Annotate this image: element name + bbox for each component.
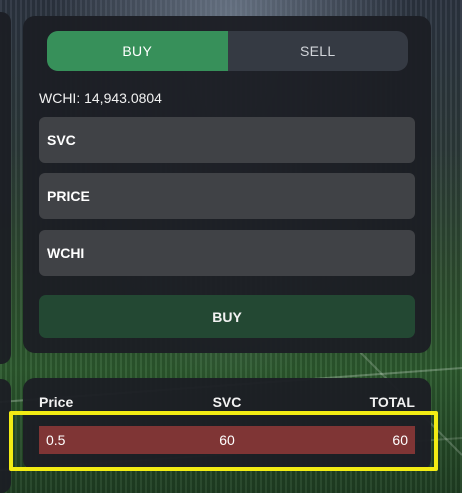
price-input[interactable]	[39, 173, 415, 219]
order-total: 60	[392, 432, 408, 448]
sell-tab[interactable]: SELL	[228, 31, 409, 71]
buy-sell-toggle: BUY SELL	[47, 31, 408, 71]
order-book-row[interactable]: 0.5 60 60	[39, 426, 415, 454]
wchi-field[interactable]	[39, 230, 415, 276]
left-side-panel	[0, 12, 11, 364]
column-header-total: TOTAL	[369, 394, 415, 410]
wchi-input[interactable]	[39, 230, 415, 276]
buy-tab[interactable]: BUY	[47, 31, 228, 71]
column-header-svc: SVC	[212, 394, 242, 410]
order-book-header: Price SVC TOTAL	[39, 394, 415, 410]
wchi-balance: WCHI: 14,943.0804	[39, 90, 162, 106]
order-svc: 60	[219, 432, 235, 448]
svc-field[interactable]	[39, 117, 415, 163]
left-side-panel-lower	[0, 379, 11, 493]
buy-submit-button[interactable]: BUY	[39, 295, 415, 338]
trade-panel: BUY SELL WCHI: 14,943.0804 BUY	[23, 16, 431, 353]
svc-input[interactable]	[39, 117, 415, 163]
column-header-price: Price	[39, 394, 74, 410]
order-price: 0.5	[46, 432, 66, 448]
order-book-panel: Price SVC TOTAL 0.5 60 60	[23, 378, 431, 471]
price-field[interactable]	[39, 173, 415, 219]
